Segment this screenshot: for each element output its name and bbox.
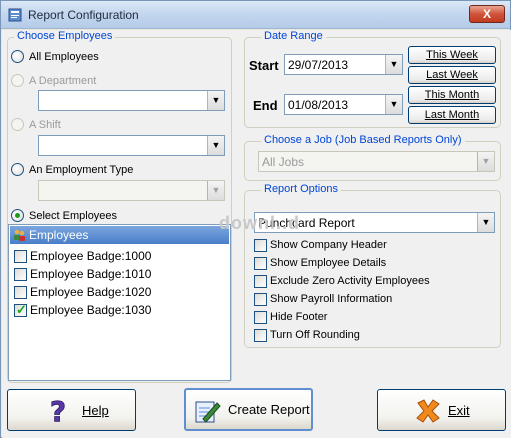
window-title: Report Configuration — [28, 8, 139, 22]
turn-off-rounding-label: Turn Off Rounding — [270, 329, 360, 341]
list-item[interactable]: Employee Badge:1010 — [12, 266, 227, 282]
client-area: Choose Employees All Employees A Departm… — [2, 30, 511, 438]
show-payroll-information-checkbox[interactable] — [254, 293, 267, 306]
this-week-button[interactable]: This Week — [408, 46, 496, 64]
chevron-down-icon: ▼ — [207, 136, 224, 155]
help-button-label: Help — [82, 403, 109, 418]
last-week-button[interactable]: Last Week — [408, 66, 496, 84]
show-payroll-information-label: Show Payroll Information — [270, 293, 393, 305]
close-button[interactable]: X — [469, 5, 505, 23]
create-report-icon — [195, 401, 221, 423]
start-label: Start — [249, 58, 279, 73]
turn-off-rounding-checkbox[interactable] — [254, 329, 267, 342]
end-date-value: 01/08/2013 — [288, 98, 349, 112]
close-icon: X — [482, 7, 491, 21]
employee-checkbox[interactable] — [14, 250, 27, 263]
employee-label: Employee Badge:1030 — [30, 303, 152, 317]
show-company-header-checkbox[interactable] — [254, 239, 267, 252]
shift-select[interactable]: ▼ — [38, 135, 225, 156]
checkmark-icon: ✓ — [16, 302, 27, 317]
show-employee-details-checkbox[interactable] — [254, 257, 267, 270]
last-month-button[interactable]: Last Month — [408, 106, 496, 124]
chevron-down-icon: ▼ — [207, 91, 224, 110]
exit-icon — [416, 399, 440, 423]
chevron-down-icon: ▼ — [385, 95, 402, 114]
all-employees-label: All Employees — [29, 51, 99, 63]
job-select-value: All Jobs — [262, 155, 305, 169]
exclude-zero-activity-label: Exclude Zero Activity Employees — [270, 275, 430, 287]
create-report-button-label: Create Report — [228, 402, 310, 417]
employees-list[interactable]: Employees Employee Badge:1000 Employee B… — [8, 224, 231, 381]
select-employees-label: Select Employees — [29, 210, 118, 222]
job-select[interactable]: All Jobs ▼ — [258, 151, 495, 172]
app-icon — [8, 8, 22, 22]
show-employee-details-label: Show Employee Details — [270, 257, 387, 269]
create-report-button[interactable]: Create Report — [184, 388, 313, 431]
list-item[interactable]: Employee Badge:1000 — [12, 248, 227, 264]
employee-label: Employee Badge:1020 — [30, 285, 152, 299]
svg-text:?: ? — [50, 397, 66, 425]
employee-label: Employee Badge:1000 — [30, 249, 152, 263]
employees-list-header: Employees — [10, 226, 229, 244]
employees-list-header-label: Employees — [29, 228, 89, 242]
exit-button[interactable]: Exit — [377, 389, 506, 431]
start-date-value: 29/07/2013 — [288, 58, 349, 72]
department-select[interactable]: ▼ — [38, 90, 225, 111]
chevron-down-icon: ▼ — [207, 181, 224, 200]
end-date-picker[interactable]: 01/08/2013 ▼ — [284, 94, 403, 115]
title-bar: Report Configuration X — [1, 1, 510, 29]
end-label: End — [253, 98, 278, 113]
start-date-picker[interactable]: 29/07/2013 ▼ — [284, 54, 403, 75]
select-employees-radio[interactable] — [11, 209, 24, 222]
chevron-down-icon: ▼ — [477, 152, 494, 171]
watermark: downl..d — [219, 213, 300, 233]
department-radio[interactable] — [11, 74, 24, 87]
group-legend: Choose Employees — [14, 30, 116, 42]
employment-type-select[interactable]: ▼ — [38, 180, 225, 201]
employee-checkbox[interactable] — [14, 286, 27, 299]
list-item[interactable]: Employee Badge:1020 — [12, 284, 227, 300]
hide-footer-label: Hide Footer — [270, 311, 328, 323]
employee-checkbox[interactable] — [14, 268, 27, 281]
this-month-button[interactable]: This Month — [408, 86, 496, 104]
employment-type-radio[interactable] — [11, 163, 24, 176]
radio-selected-dot — [15, 213, 20, 218]
employee-checkbox[interactable]: ✓ — [14, 302, 27, 317]
all-employees-radio[interactable] — [11, 50, 24, 63]
employment-type-label: An Employment Type — [29, 164, 134, 176]
group-legend: Choose a Job (Job Based Reports Only) — [261, 134, 465, 146]
group-legend: Report Options — [261, 183, 341, 195]
employee-label: Employee Badge:1010 — [30, 267, 152, 281]
chevron-down-icon: ▼ — [477, 213, 494, 232]
help-icon: ? — [49, 397, 66, 425]
exit-button-label: Exit — [448, 403, 470, 418]
exclude-zero-activity-checkbox[interactable] — [254, 275, 267, 288]
department-label: A Department — [29, 75, 97, 87]
chevron-down-icon: ▼ — [385, 55, 402, 74]
shift-label: A Shift — [29, 119, 61, 131]
list-item[interactable]: ✓ Employee Badge:1030 — [12, 302, 227, 318]
group-legend: Date Range — [261, 30, 326, 42]
employees-icon — [14, 229, 25, 241]
report-configuration-window: Report Configuration X Choose Employees … — [0, 0, 511, 438]
help-button[interactable]: ? Help — [7, 389, 136, 431]
shift-radio[interactable] — [11, 118, 24, 131]
show-company-header-label: Show Company Header — [270, 239, 387, 251]
hide-footer-checkbox[interactable] — [254, 311, 267, 324]
